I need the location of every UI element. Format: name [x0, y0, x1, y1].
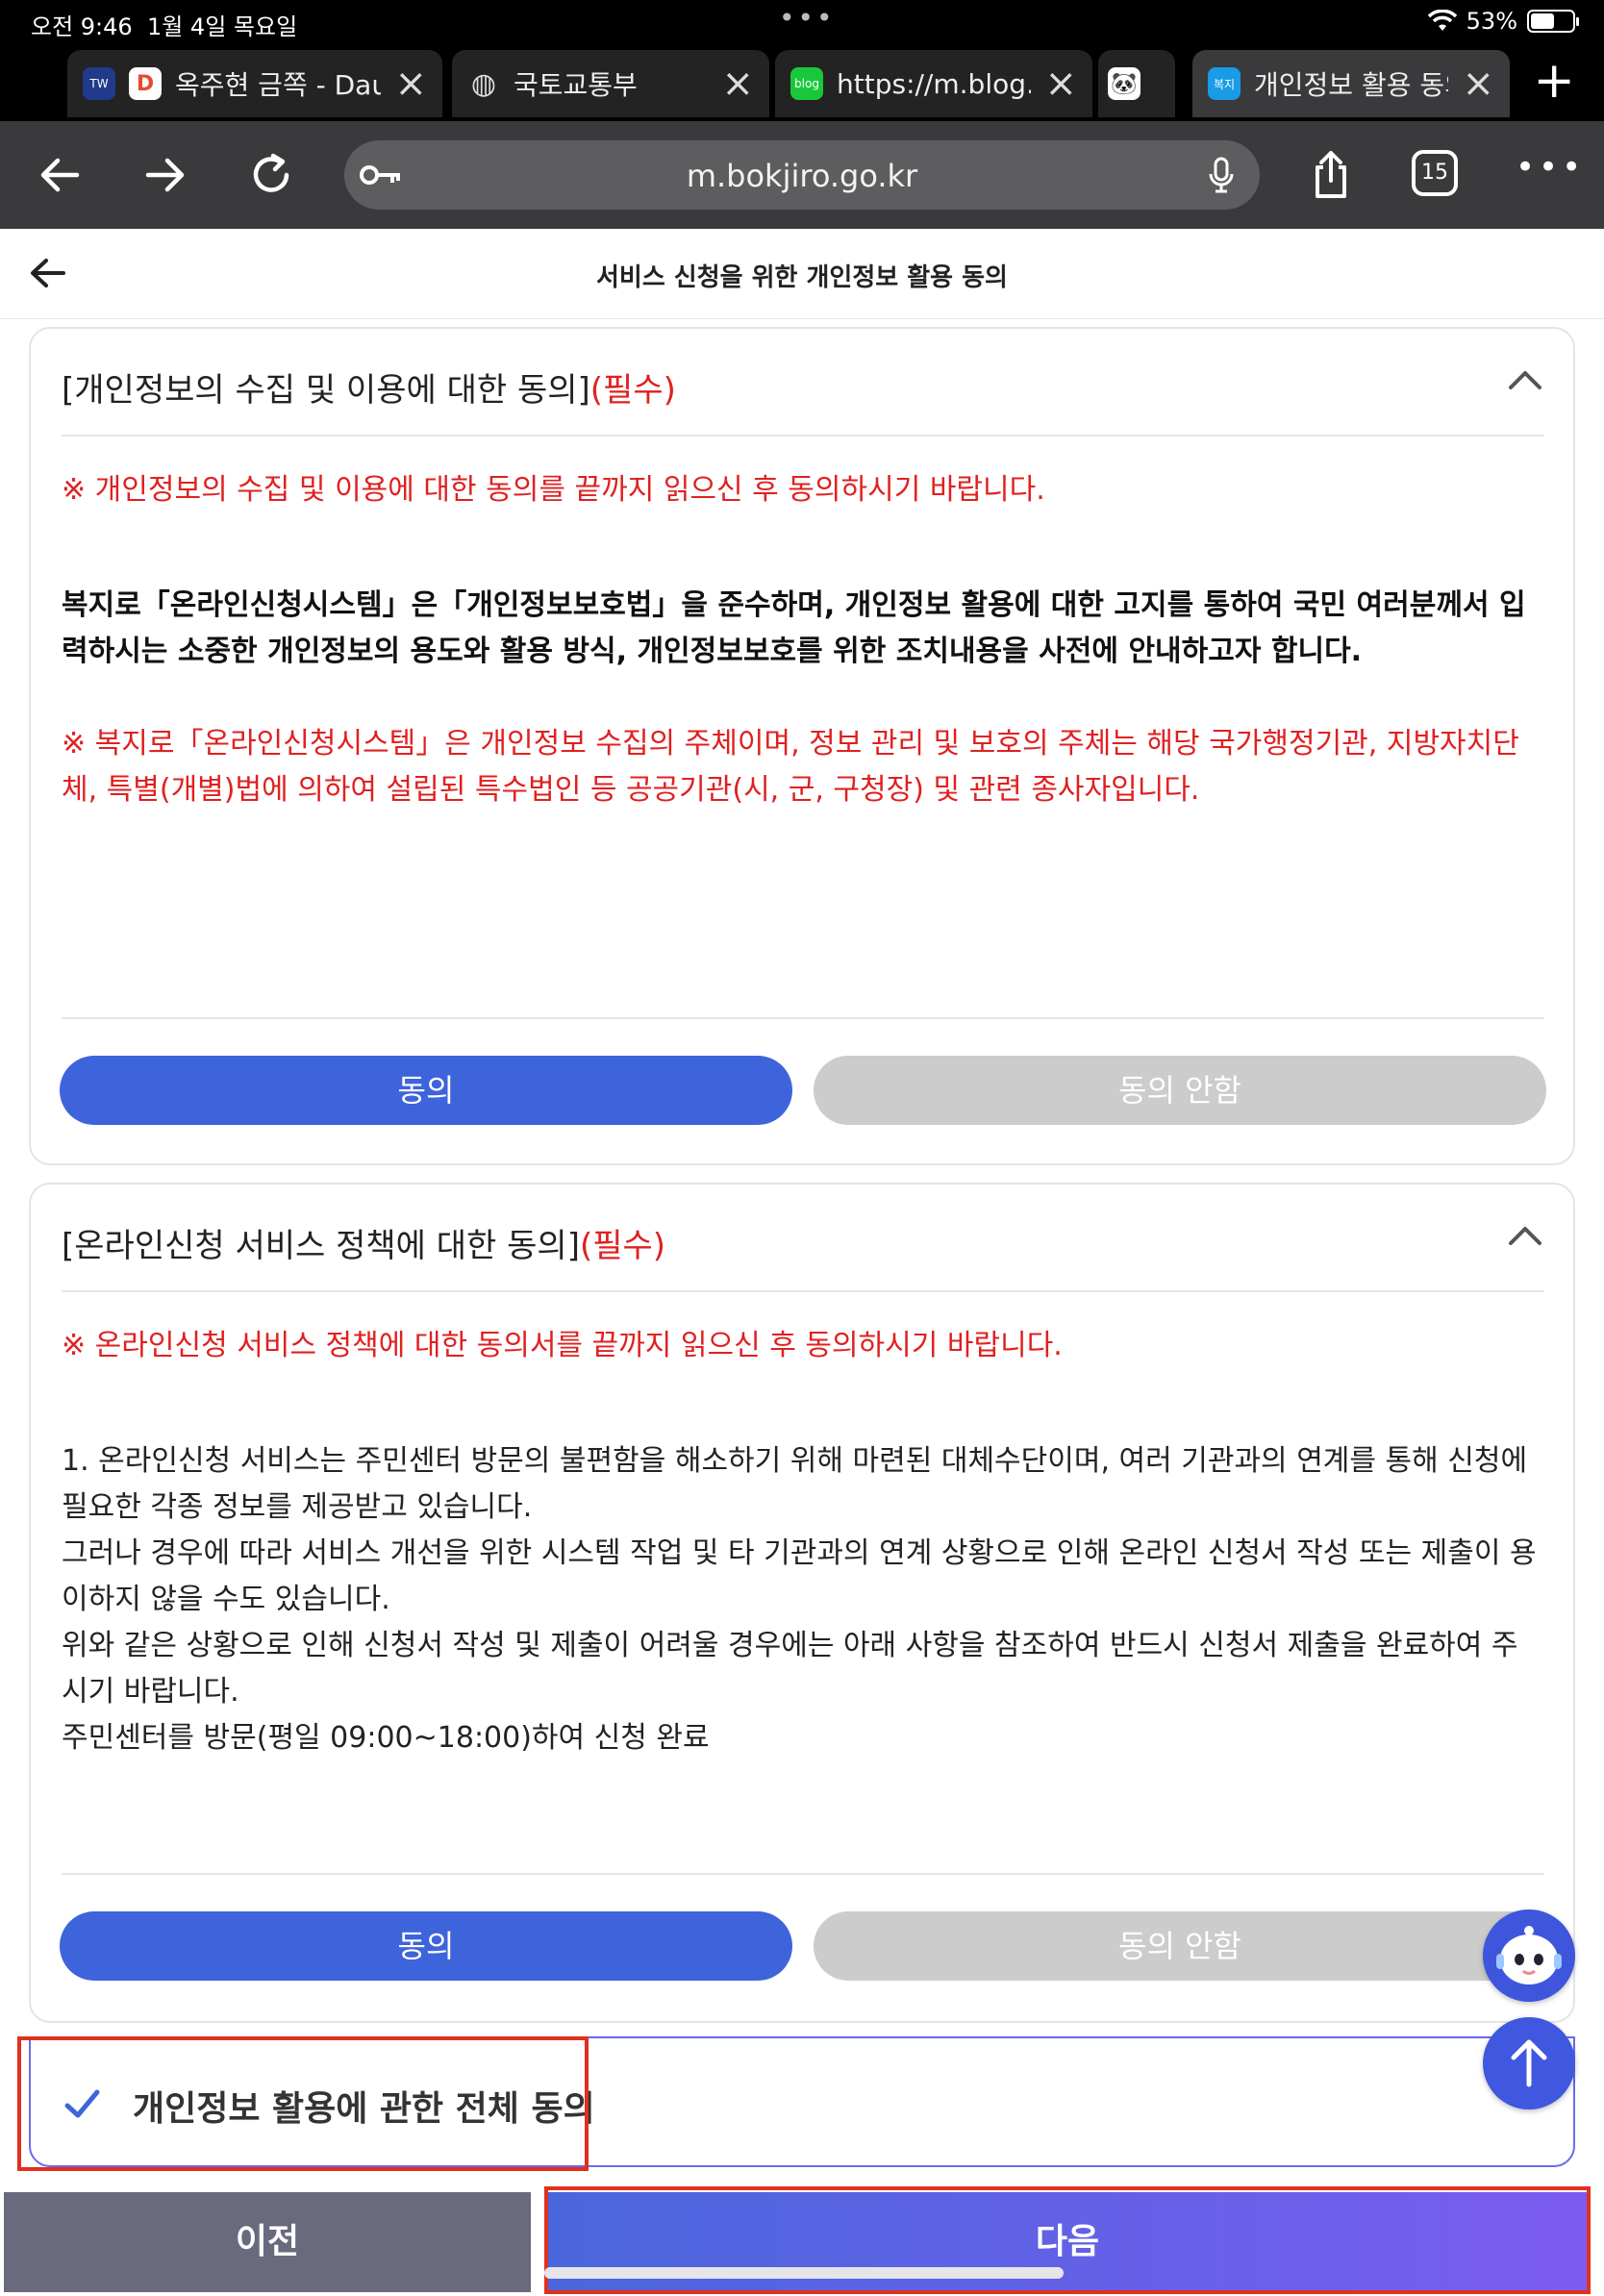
divider: [62, 1017, 1544, 1019]
status-date: 1월 4일 목요일: [146, 13, 298, 40]
disagree-button[interactable]: 동의 안함: [814, 1911, 1546, 1981]
home-indicator: [544, 2267, 1064, 2279]
status-bar: 오전 9:46 1월 4일 목요일 ••• 53%: [0, 0, 1604, 44]
tab-title: https://m.blog.n: [837, 67, 1032, 100]
divider: [62, 1290, 1544, 1292]
policy-paragraph: 주민센터를 방문(평일 09:00~18:00)하여 신청 완료: [62, 1721, 710, 1755]
browser-tab-3[interactable]: blog https://m.blog.n ×: [775, 50, 1092, 117]
chatbot-mascot-icon: [1496, 1926, 1562, 1984]
forward-arrow-icon[interactable]: [138, 148, 192, 202]
browser-tab-4[interactable]: 🐼: [1098, 50, 1175, 117]
section-body: 복지로「온라인신청시스템」은「개인정보보호법」을 준수하며, 개인정보 활용에 …: [62, 588, 1526, 668]
policy-paragraph: 1. 온라인신청 서비스는 주민센터 방문의 불편함을 해소하기 위해 마련된 …: [62, 1444, 1528, 1524]
section-notice: ※ 개인정보의 수집 및 이용에 대한 동의를 끝까지 읽으신 후 동의하시기 …: [62, 473, 1045, 507]
tab-favicon-icon: D: [129, 67, 162, 100]
required-badge: (필수): [589, 371, 676, 410]
section-notice: ※ 온라인신청 서비스 정책에 대한 동의서를 끝까지 읽으신 후 동의하시기 …: [62, 1329, 1063, 1362]
new-tab-plus-icon[interactable]: +: [1533, 56, 1575, 106]
close-icon[interactable]: ×: [721, 64, 754, 103]
status-time: 오전 9:46: [31, 13, 133, 40]
divider: [62, 435, 1544, 437]
chevron-up-icon[interactable]: [1506, 365, 1544, 392]
consent-section-service-policy: [온라인신청 서비스 정책에 대한 동의](필수) ※ 온라인신청 서비스 정책…: [29, 1183, 1575, 2023]
url-text: m.bokjiro.go.kr: [686, 158, 918, 194]
blog-favicon-icon: blog: [790, 67, 823, 100]
required-badge: (필수): [579, 1227, 666, 1265]
page-title: 서비스 신청을 위한 개인정보 활용 동의: [596, 263, 1008, 292]
tab-strip: TW D 옥주현 금쪽 - Dau × ◍ 국토교통부 × blog https…: [0, 44, 1604, 121]
browser-tab-1[interactable]: TW D 옥주현 금쪽 - Dau ×: [67, 50, 442, 117]
arrow-up-icon: [1511, 2039, 1547, 2087]
back-arrow-icon[interactable]: [33, 148, 87, 202]
agree-button[interactable]: 동의: [60, 1911, 792, 1981]
section-body-notice: ※ 복지로「온라인신청시스템」은 개인정보 수집의 주체이며, 정보 관리 및 …: [62, 727, 1519, 807]
tab-title: 국토교통부: [514, 69, 638, 101]
microphone-icon[interactable]: [1208, 156, 1235, 194]
reload-icon[interactable]: [244, 148, 298, 202]
browser-toolbar: m.bokjiro.go.kr 15 •••: [0, 121, 1604, 229]
address-bar[interactable]: m.bokjiro.go.kr: [344, 140, 1260, 210]
prev-button[interactable]: 이전: [4, 2192, 531, 2292]
multitask-dots-icon[interactable]: •••: [779, 2, 836, 34]
tab-favicon-icon: TW: [83, 67, 115, 100]
page-header: 서비스 신청을 위한 개인정보 활용 동의: [0, 229, 1604, 319]
close-icon[interactable]: ×: [394, 64, 427, 103]
section-heading: [개인정보의 수집 및 이용에 대한 동의](필수): [62, 371, 676, 410]
disagree-button[interactable]: 동의 안함: [814, 1056, 1546, 1125]
browser-tab-active[interactable]: 복지 개인정보 활용 동의 ×: [1192, 50, 1510, 117]
globe-icon: ◍: [470, 66, 497, 101]
wifi-icon: [1427, 10, 1457, 31]
tab-title: 개인정보 활용 동의: [1254, 69, 1449, 101]
divider: [62, 1873, 1544, 1875]
bokjiro-favicon-icon: 복지: [1208, 67, 1241, 100]
tab-count-button[interactable]: 15: [1412, 150, 1458, 196]
chevron-up-icon[interactable]: [1506, 1221, 1544, 1248]
battery-icon: [1527, 10, 1579, 33]
agree-button[interactable]: 동의: [60, 1056, 792, 1125]
policy-paragraph: 위와 같은 상황으로 인해 신청서 작성 및 제출이 어려울 경우에는 아래 사…: [62, 1629, 1518, 1709]
consent-section-personal-info: [개인정보의 수집 및 이용에 대한 동의](필수) ※ 개인정보의 수집 및 …: [29, 327, 1575, 1165]
scroll-to-top-button[interactable]: [1483, 2017, 1575, 2109]
highlight-box: [17, 2036, 589, 2171]
close-icon[interactable]: ×: [1462, 64, 1494, 103]
panda-favicon-icon: 🐼: [1108, 67, 1140, 100]
battery-percent: 53%: [1466, 8, 1517, 35]
more-menu-icon[interactable]: •••: [1516, 148, 1585, 187]
policy-paragraph: 그러나 경우에 따라 서비스 개선을 위한 시스템 작업 및 타 기관과의 연계…: [62, 1536, 1537, 1616]
section-heading: [온라인신청 서비스 정책에 대한 동의](필수): [62, 1227, 666, 1265]
close-icon[interactable]: ×: [1044, 64, 1077, 103]
tab-title: 옥주현 금쪽 - Dau: [175, 69, 382, 101]
chatbot-button[interactable]: [1483, 1909, 1575, 2002]
browser-tab-2[interactable]: ◍ 국토교통부 ×: [452, 50, 769, 117]
share-icon[interactable]: [1304, 148, 1358, 202]
